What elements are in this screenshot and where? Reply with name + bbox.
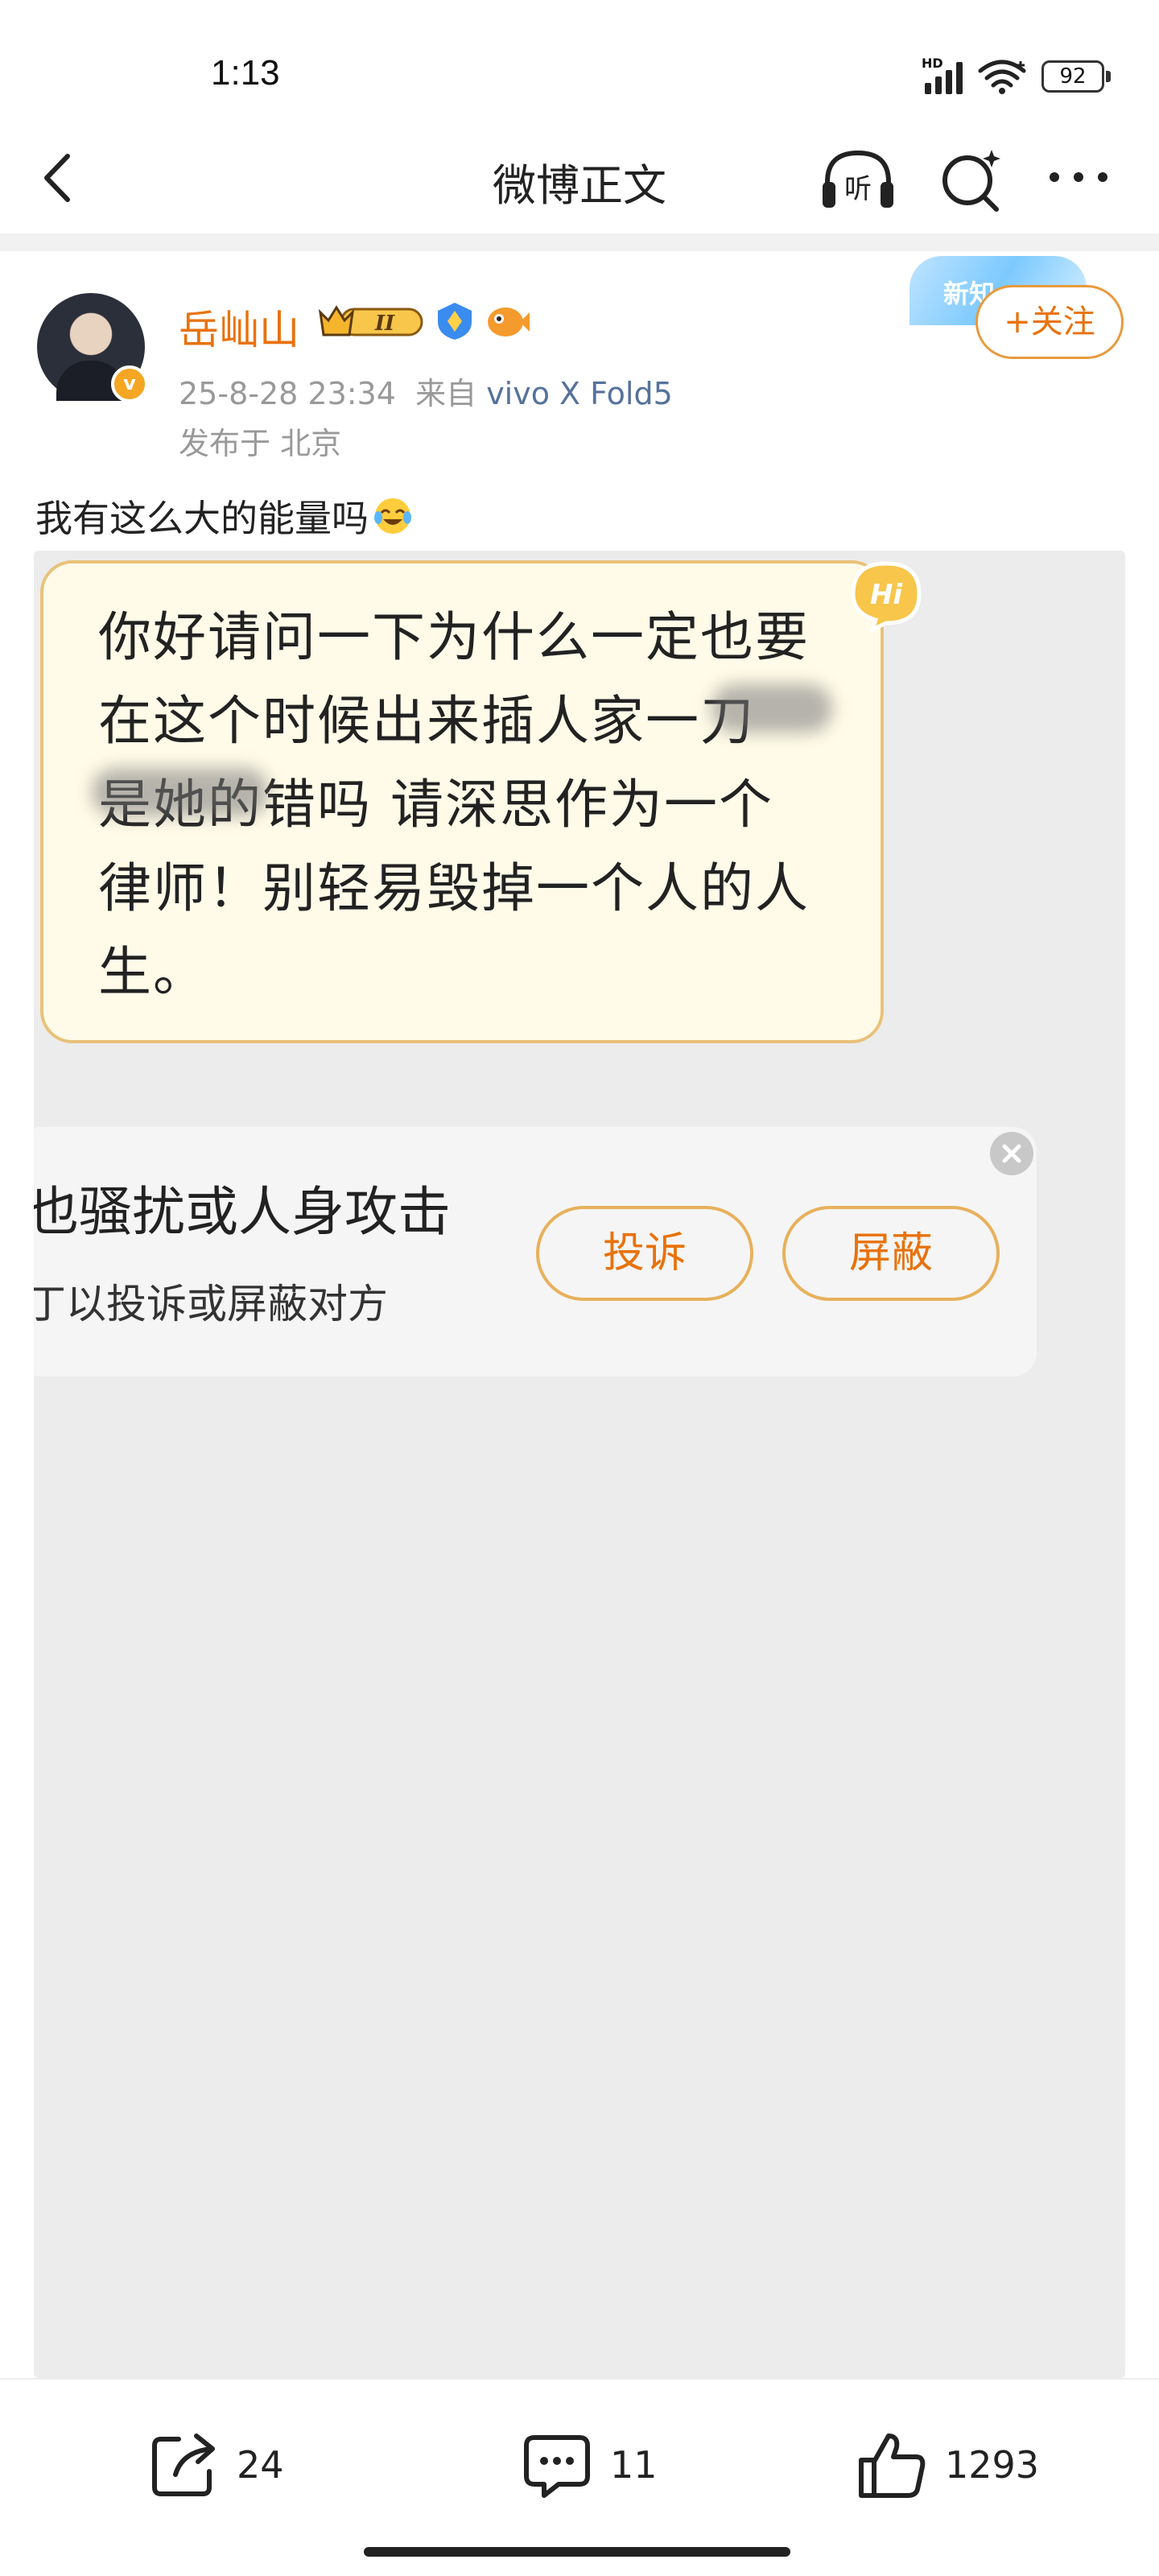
post-text: 我有这么大的能量吗 — [35, 497, 369, 540]
author-name[interactable]: 岳屾山 — [179, 298, 299, 356]
fish-badge-icon[interactable] — [485, 299, 530, 343]
post-timestamp: 25-8-28 23:34 — [179, 376, 396, 411]
hi-badge-label: Hi — [870, 579, 903, 611]
close-icon — [990, 1132, 1033, 1175]
network-type: HD — [922, 56, 943, 71]
battery-level: 92 — [1041, 60, 1104, 93]
hi-sticker-icon: Hi — [851, 561, 922, 633]
source-device-link[interactable]: vivo X Fold5 — [486, 376, 673, 411]
home-indicator[interactable] — [364, 2547, 790, 2557]
source-prefix: 来自 — [415, 376, 477, 411]
more-options-icon[interactable] — [1046, 153, 1111, 201]
status-icons: HD 92 — [920, 56, 1111, 95]
bottom-toolbar: 24 11 1293 — [0, 2378, 1159, 2576]
report-button: 投诉 — [536, 1206, 753, 1301]
share-button[interactable]: 24 — [146, 2428, 284, 2502]
like-count: 1293 — [945, 2443, 1040, 2487]
block-button: 屏蔽 — [782, 1206, 1000, 1301]
share-count: 24 — [237, 2443, 284, 2487]
post-location: 发布于 北京 — [179, 426, 342, 461]
author-avatar[interactable]: v — [37, 293, 148, 402]
status-time: 1:13 — [211, 53, 280, 93]
headphones-listen-icon[interactable]: 听 — [818, 145, 898, 214]
warning-subtitle: 丁以投诉或屏蔽对方 — [34, 1281, 388, 1327]
like-button[interactable]: 1293 — [855, 2428, 1039, 2502]
comment-count: 11 — [610, 2443, 658, 2487]
warning-title: 也骚扰或人身攻击 — [34, 1181, 451, 1243]
comment-button[interactable]: 11 — [520, 2428, 658, 2502]
battery-icon: 92 — [1041, 60, 1111, 93]
search-spark-icon[interactable] — [937, 145, 1006, 214]
blue-shield-badge-icon[interactable] — [435, 301, 475, 341]
section-divider — [0, 233, 1159, 251]
comment-icon — [524, 2435, 590, 2498]
blurred-redaction — [711, 684, 832, 733]
vip-crown-badge-icon[interactable]: II — [317, 301, 427, 341]
message-bubble: 你好请问一下为什么一定也要在这个时候出来插人家一刀 是她的错吗 请深思作为一个律… — [40, 560, 922, 1043]
post-body: 我有这么大的能量吗 — [35, 489, 414, 543]
signal-icon: HD — [920, 56, 963, 94]
listen-label: 听 — [844, 173, 872, 205]
follow-button[interactable]: +关注 — [975, 285, 1124, 359]
post-meta: 25-8-28 23:34 来自 vivo X Fold5 — [179, 369, 673, 413]
blurred-redaction — [92, 768, 269, 816]
nav-bar: 微博正文 听 — [0, 121, 1159, 233]
thumbs-up-icon — [859, 2434, 926, 2498]
share-icon — [152, 2434, 215, 2496]
post-image[interactable]: 你好请问一下为什么一定也要在这个时候出来插人家一刀 是她的错吗 请深思作为一个律… — [34, 551, 1125, 2378]
wifi-icon — [978, 60, 1026, 94]
harassment-warning-card: 也骚扰或人身攻击 丁以投诉或屏蔽对方 投诉 屏蔽 — [34, 1127, 1037, 1377]
level-badge-label: II — [374, 312, 395, 336]
verified-icon: v — [111, 365, 148, 402]
laugh-cry-emoji-icon — [374, 498, 411, 534]
